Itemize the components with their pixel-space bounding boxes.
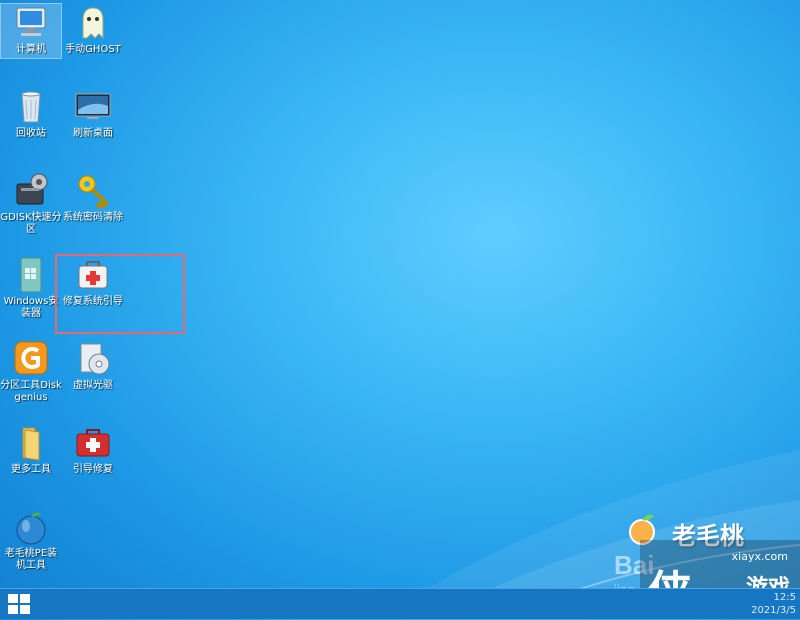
ghost-icon: [73, 4, 113, 42]
desktop-icon-label: Windows安装器: [3, 296, 59, 319]
desktop-icon-windows-installer[interactable]: Windows安装器: [0, 256, 62, 320]
virtual-drive-icon: [73, 340, 113, 378]
desktop-icon-label: 系统密码清除: [63, 212, 123, 223]
desktop-icon-label: GDISK快速分区: [0, 212, 62, 235]
desktop-icon-refresh-desktop[interactable]: 刷新桌面: [62, 88, 124, 140]
desktop-icon-label: 回收站: [16, 128, 46, 139]
diskgenius-icon: [11, 340, 51, 378]
desktop-icon-label: 刷新桌面: [73, 128, 113, 139]
monitor-icon: [73, 88, 113, 126]
desktop-icon-label: 老毛桃PE装机工具: [4, 548, 58, 571]
computer-icon: [11, 4, 51, 42]
system-clock[interactable]: 12:5 2021/3/5: [751, 591, 796, 617]
desktop-icon-recycle-bin[interactable]: 回收站: [0, 88, 62, 140]
desktop-icon-diskgenius[interactable]: 分区工具Diskgenius: [0, 340, 62, 404]
watermark-site: xiayx.com: [731, 550, 788, 563]
desktop-icon-label: 虚拟光驱: [73, 380, 113, 391]
windows-start-icon[interactable]: [8, 594, 30, 614]
highlight-box: [55, 254, 185, 334]
desktop-icon-more-tools[interactable]: 更多工具: [0, 424, 62, 476]
desktop-icon-virtual-drive[interactable]: 虚拟光驱: [62, 340, 124, 392]
key-icon: [73, 172, 113, 210]
desktop-icon-label: 分区工具Diskgenius: [0, 380, 62, 403]
desktop-icon-password-clear[interactable]: 系统密码清除: [62, 172, 124, 224]
desktop-icon-label: 更多工具: [11, 464, 51, 475]
desktop-icon-ghost[interactable]: 手动GHOST: [62, 4, 124, 56]
clock-date: 2021/3/5: [751, 605, 796, 616]
desktop-icon-label: 手动GHOST: [65, 44, 121, 55]
recycle-bin-icon: [11, 88, 51, 126]
desktop-icon-gdisk[interactable]: GDISK快速分区: [0, 172, 62, 236]
desktop-icon-label: 计算机: [16, 44, 46, 55]
taskbar: 12:5 2021/3/5: [0, 588, 800, 619]
desktop-icon-computer[interactable]: 计算机: [0, 3, 62, 59]
desktop-icon-pe-installer[interactable]: 老毛桃PE装机工具: [0, 508, 62, 572]
folder-icon: [11, 424, 51, 462]
clock-time: 12:5: [773, 592, 796, 603]
peach-icon: [11, 508, 51, 546]
desktop-icon-boot-fix[interactable]: 引导修复: [62, 424, 124, 476]
medkit-icon: [73, 424, 113, 462]
windows-installer-icon: [11, 256, 51, 294]
disk-gear-icon: [11, 172, 51, 210]
desktop-icon-label: 引导修复: [73, 464, 113, 475]
